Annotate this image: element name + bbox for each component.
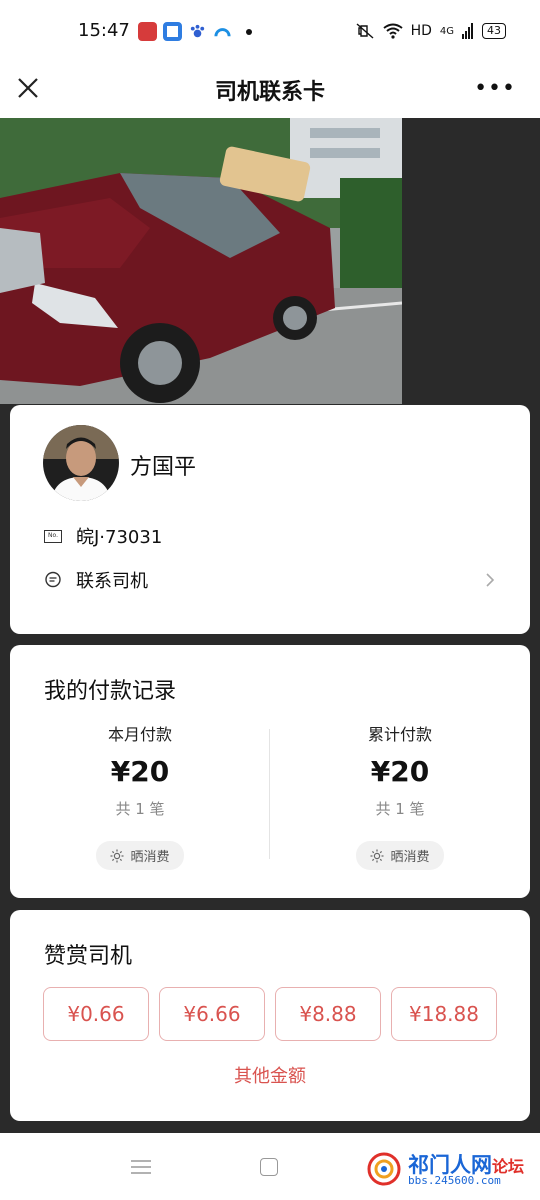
battery-indicator: 43 <box>482 23 506 39</box>
monthly-payment-count: 共 1 笔 <box>115 800 165 818</box>
contact-driver-label: 联系司机 <box>76 571 148 592</box>
blue-circle-app-icon <box>163 22 182 41</box>
status-bar: 15:47 HD 4G 43 <box>0 0 540 64</box>
home-icon[interactable] <box>260 1158 278 1176</box>
red-app-icon <box>138 22 157 41</box>
more-icon[interactable]: ••• <box>474 76 516 101</box>
share-monthly-button[interactable]: 晒消费 <box>96 841 184 870</box>
tip-option-button[interactable]: ¥18.88 <box>391 987 497 1041</box>
nav-bar: 司机联系卡 ••• <box>0 64 540 118</box>
chevron-right-icon <box>486 573 495 587</box>
tip-option-button[interactable]: ¥0.66 <box>43 987 149 1041</box>
monthly-payment: 本月付款 ¥20 共 1 笔 晒消费 <box>10 721 270 870</box>
network-type: HD <box>410 23 432 39</box>
driver-card: 方国平 No. 皖J·73031 联系司机 <box>10 405 530 634</box>
forum-logo-icon <box>367 1152 401 1186</box>
tip-driver-card: 赞赏司机 ¥0.66 ¥6.66 ¥8.88 ¥18.88 其他金额 <box>10 910 530 1121</box>
plate-row: No. 皖J·73031 <box>44 523 162 549</box>
total-payment-count: 共 1 笔 <box>375 800 425 818</box>
mute-icon <box>356 23 374 39</box>
wifi-icon <box>382 23 403 39</box>
payment-record-title: 我的付款记录 <box>44 679 177 704</box>
monthly-payment-label: 本月付款 <box>107 725 172 744</box>
license-plate-icon: No. <box>44 529 62 543</box>
share-total-button[interactable]: 晒消费 <box>356 841 444 870</box>
tip-option-button[interactable]: ¥6.66 <box>159 987 265 1041</box>
avatar <box>43 425 119 501</box>
menu-icon[interactable] <box>131 1159 151 1175</box>
status-indicators: HD 4G 43 <box>355 22 506 40</box>
chat-icon <box>45 571 61 588</box>
signal-icon <box>462 23 473 39</box>
sun-icon <box>110 849 124 862</box>
other-amount-button[interactable]: 其他金额 <box>10 1062 530 1088</box>
car-photo <box>0 118 402 404</box>
tip-driver-title: 赞赏司机 <box>44 944 133 969</box>
payment-record-card: 我的付款记录 本月付款 ¥20 共 1 笔 晒消费 累计付款 ¥20 共 1 笔… <box>10 645 530 898</box>
page-title: 司机联系卡 <box>214 80 325 105</box>
license-plate: 皖J·73031 <box>76 527 163 548</box>
status-time: 15:47 <box>78 20 130 41</box>
share-monthly-label: 晒消费 <box>130 850 170 865</box>
total-payment: 累计付款 ¥20 共 1 笔 晒消费 <box>270 721 530 870</box>
notification-dot <box>246 28 252 35</box>
sun-icon <box>370 849 384 862</box>
tip-option-button[interactable]: ¥8.88 <box>275 987 381 1041</box>
watermark-url: bbs.245600.com <box>408 1174 501 1187</box>
total-payment-amount: ¥20 <box>370 755 430 788</box>
monthly-payment-amount: ¥20 <box>110 755 170 788</box>
system-nav-bar: 祁门人网论坛 bbs.245600.com <box>0 1133 540 1200</box>
driver-name: 方国平 <box>130 455 197 480</box>
watermark: 祁门人网论坛 bbs.245600.com <box>366 1147 536 1191</box>
paw-app-icon <box>188 22 207 41</box>
tip-options: ¥0.66 ¥6.66 ¥8.88 ¥18.88 <box>43 987 497 1041</box>
total-payment-label: 累计付款 <box>367 725 432 744</box>
contact-driver-button[interactable]: 联系司机 <box>44 565 496 595</box>
arc-app-icon <box>213 22 232 41</box>
signal-type: 4G <box>439 25 454 37</box>
status-app-icons <box>138 22 252 41</box>
share-total-label: 晒消费 <box>390 850 430 865</box>
